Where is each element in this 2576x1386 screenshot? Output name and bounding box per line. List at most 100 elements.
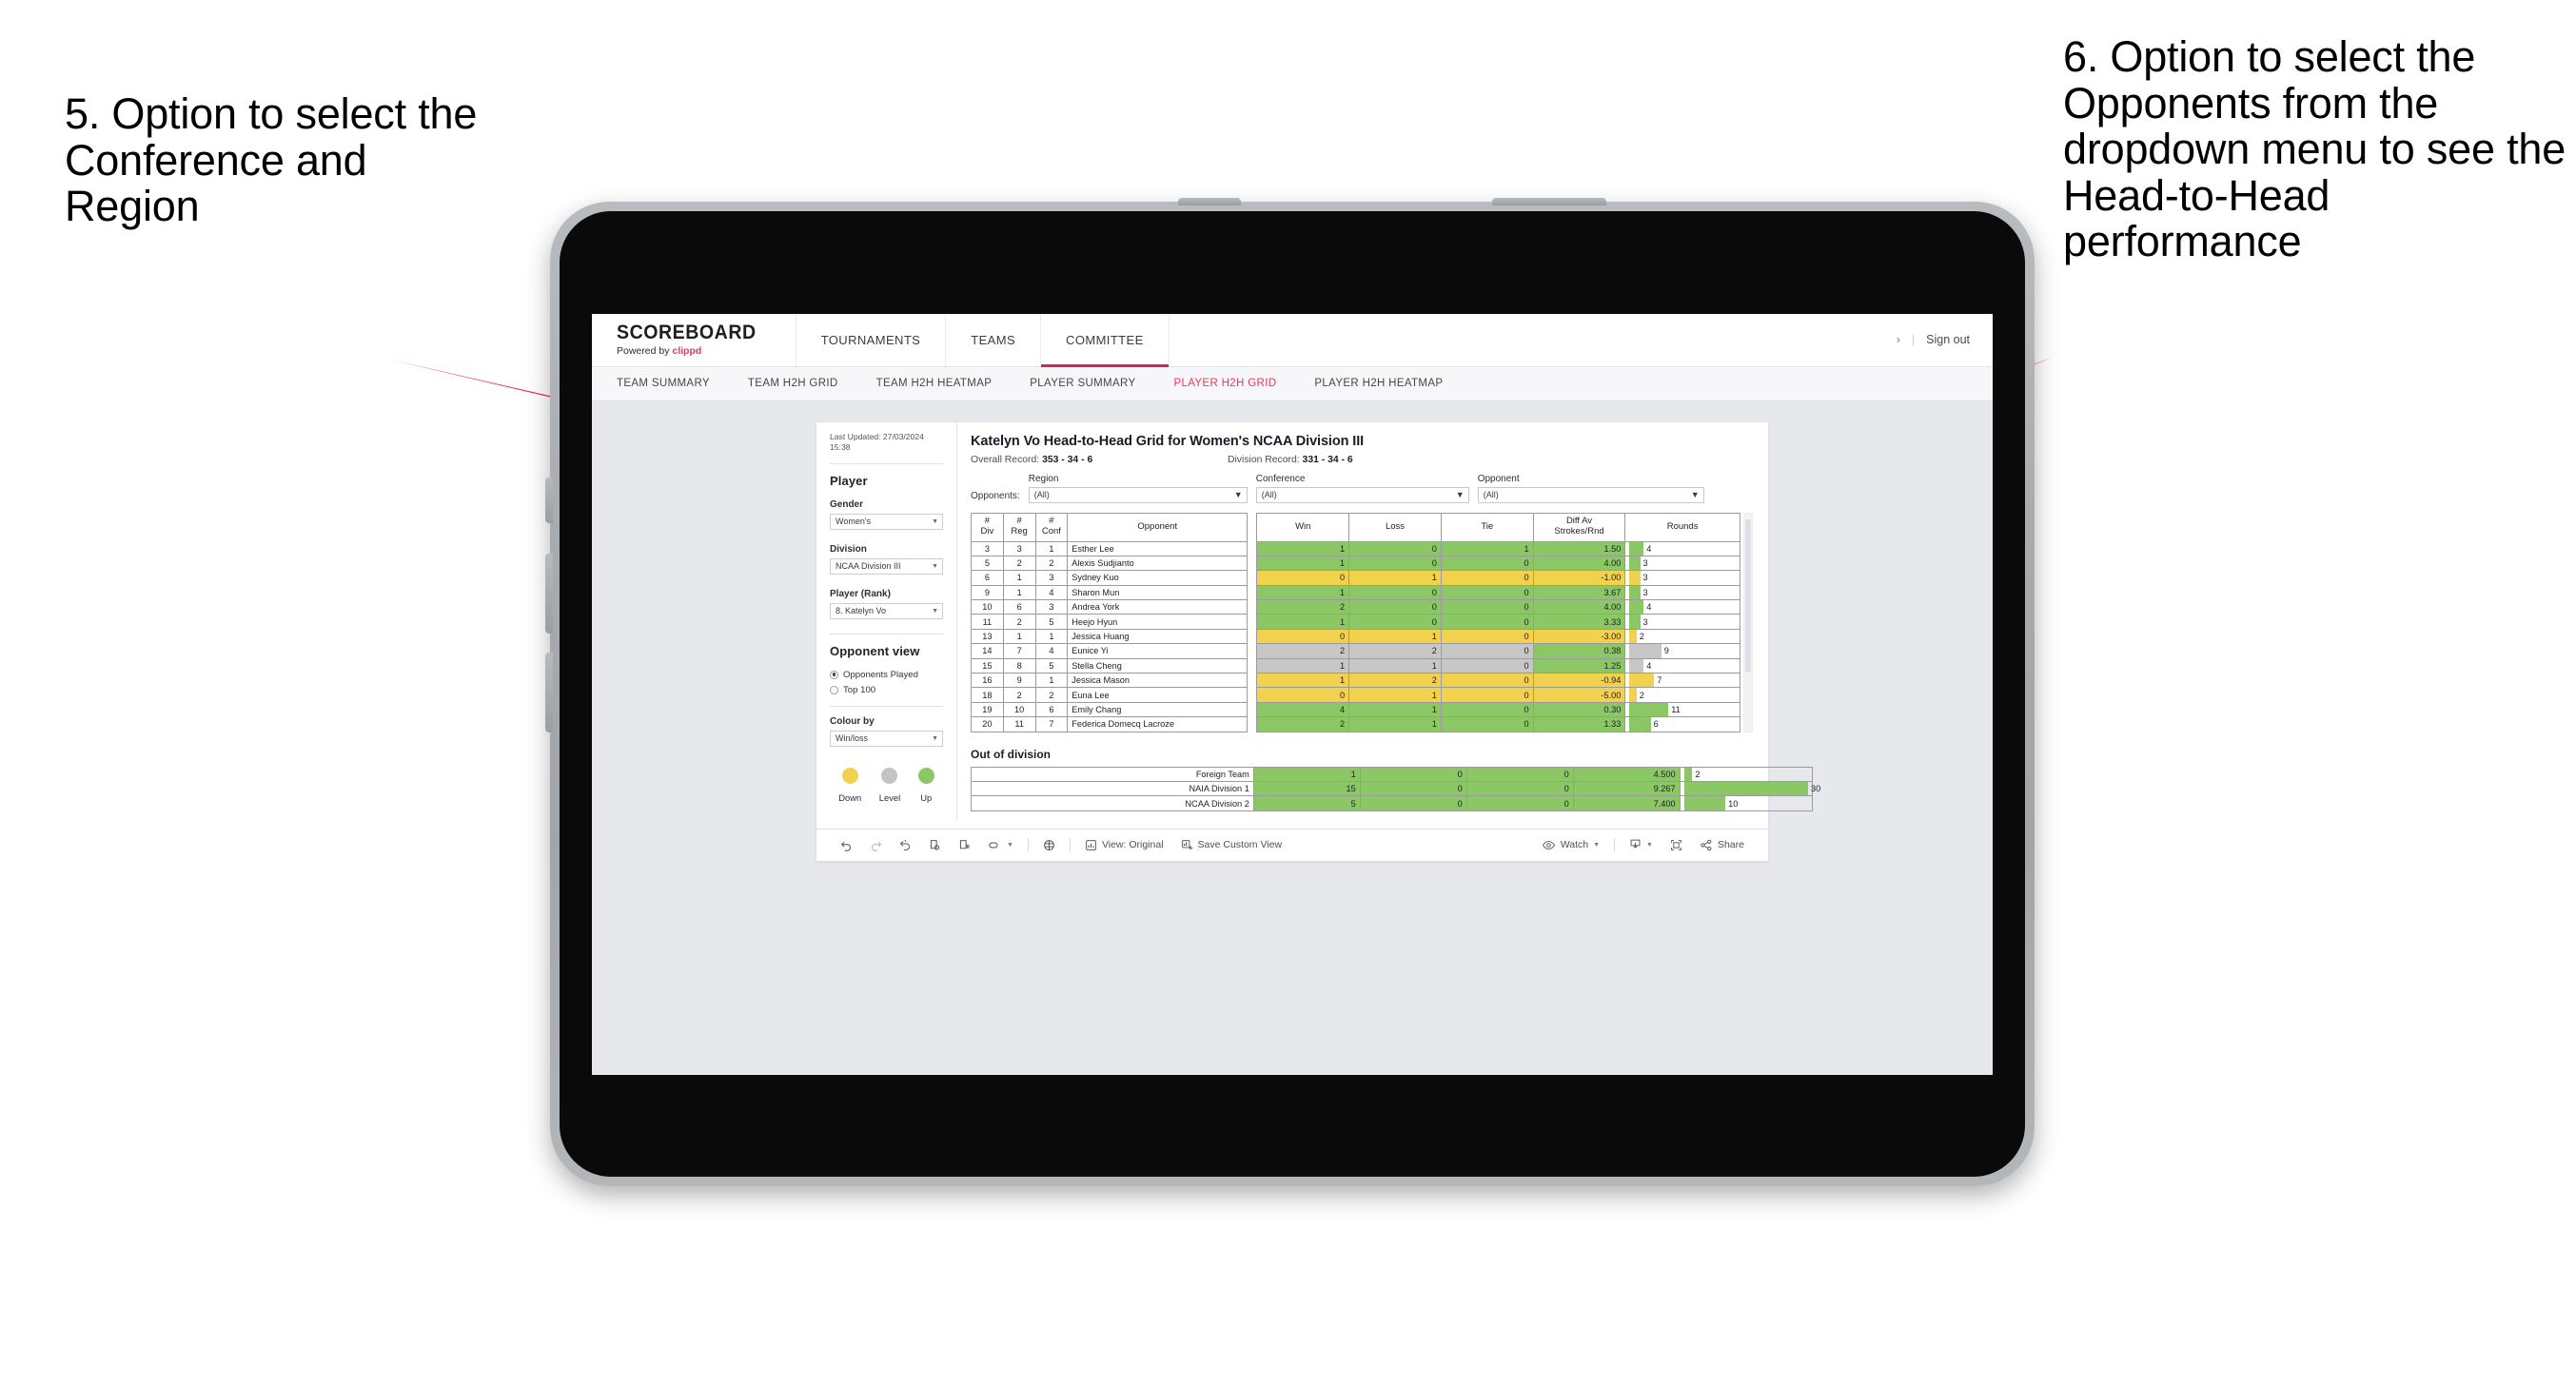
cell-loss: 1 [1348, 657, 1442, 674]
col-header-spacer [1247, 513, 1257, 541]
share-button[interactable]: Share [1691, 839, 1753, 851]
cell-tie: 1 [1440, 540, 1534, 556]
subnav-item-player-h2h-grid[interactable]: PLAYER H2H GRID [1154, 378, 1295, 389]
cell-tie: 0 [1440, 599, 1534, 615]
player-rank-label: Player (Rank) [830, 588, 891, 599]
table-row[interactable]: NAIA Division 1 15 0 0 9.267 30 [971, 780, 1820, 797]
cell-opponent: Sharon Mun [1067, 584, 1249, 601]
table-row[interactable]: 6 1 3 Sydney Kuo 0 1 0 -1.00 3 [971, 570, 1740, 586]
content-canvas: Last Updated: 27/03/2024 15:38 Player Ge… [592, 400, 1993, 1075]
table-row[interactable]: 5 2 2 Alexis Sudjianto 1 0 0 4.00 3 [971, 555, 1740, 572]
revert-button[interactable] [891, 839, 920, 851]
nav-item-teams[interactable]: TEAMS [946, 313, 1042, 366]
chevron-down-icon: ▼ [1690, 490, 1700, 499]
view-original-label: View: Original [1101, 839, 1164, 851]
pause-updates-button[interactable] [950, 839, 979, 851]
save-custom-view-button[interactable]: Save Custom View [1172, 839, 1291, 851]
h2h-grid-head: # Div # Reg # Conf Opponent Win Loss Tie… [971, 512, 1740, 542]
radio-opponents-played[interactable]: Opponents Played [830, 670, 943, 680]
subnav-item-team-h2h-heatmap[interactable]: TEAM H2H HEATMAP [857, 378, 1012, 389]
table-row[interactable]: Foreign Team 1 0 0 4.500 2 [971, 766, 1814, 782]
device-button-left-1 [545, 478, 553, 523]
filter-region-select[interactable]: (All) ▼ [1028, 486, 1248, 503]
h2h-grid-body: 3 3 1 Esther Lee 1 0 1 1.50 4 5 2 2 Alexis Sudjianto… [971, 540, 1740, 732]
chevron-right-icon[interactable]: › [1897, 333, 1900, 346]
col-header-diff: Diff Av Strokes/Rnd [1532, 512, 1626, 542]
table-row[interactable]: 19 10 6 Emily Chang 4 1 0 0.30 11 [971, 701, 1740, 718]
cell-win: 2 [1256, 599, 1350, 615]
watch-button[interactable]: Watch ▼ [1533, 839, 1608, 851]
table-scrollbar[interactable] [1742, 512, 1753, 732]
table-row[interactable]: 10 6 3 Andrea York 2 0 0 4.00 4 [971, 599, 1740, 615]
cell-diff: 0.30 [1532, 701, 1626, 718]
cell-div: 11 [971, 614, 1004, 630]
gender-label: Gender [830, 498, 864, 510]
colour-by-select[interactable]: Win/loss ▼ [830, 730, 943, 747]
cell-div: 16 [971, 673, 1004, 689]
cell-conf: 1 [1034, 628, 1069, 645]
cell-reg: 3 [1002, 540, 1036, 556]
cell-diff: -1.00 [1532, 570, 1626, 586]
cell-tie: 0 [1440, 687, 1534, 703]
cell-reg: 11 [1002, 716, 1036, 732]
cell-spacer [1247, 585, 1257, 600]
table-row[interactable]: 13 1 1 Jessica Huang 0 1 0 -3.00 2 [971, 628, 1740, 645]
table-row[interactable]: 3 3 1 Esther Lee 1 0 1 1.50 4 [971, 540, 1740, 556]
table-row[interactable]: 9 1 4 Sharon Mun 1 0 0 3.67 3 [971, 584, 1740, 601]
filter-region-value: (All) [1033, 490, 1050, 499]
filter-opponent-value: (All) [1483, 490, 1499, 499]
cell-opponent: Stella Cheng [1067, 657, 1249, 674]
table-row[interactable]: 16 9 1 Jessica Mason 1 2 0 -0.94 7 [971, 673, 1740, 689]
nav-item-tournaments[interactable]: TOURNAMENTS [796, 313, 947, 366]
view-original-button[interactable]: View: Original [1076, 839, 1172, 851]
cell-conf: 5 [1034, 657, 1069, 674]
out-of-division-table: Foreign Team 1 0 0 4.500 2 NAIA Division 1 15 0 0… [971, 766, 1820, 811]
refresh-data-button[interactable] [920, 839, 950, 851]
sign-out-link[interactable]: Sign out [1926, 333, 1970, 346]
h2h-grid-wrapper: # Div # Reg # Conf Opponent Win Loss Tie… [971, 512, 1753, 732]
dashboard-body: Last Updated: 27/03/2024 15:38 Player Ge… [816, 421, 1820, 821]
cell-diff: -3.00 [1532, 628, 1626, 645]
undo-button[interactable] [832, 839, 861, 851]
filter-conference-select[interactable]: (All) ▼ [1255, 486, 1469, 503]
cell-spacer [1247, 673, 1257, 688]
division-select[interactable]: NCAA Division III ▼ [830, 557, 943, 575]
table-row[interactable]: 15 8 5 Stella Cheng 1 1 0 1.25 4 [971, 657, 1740, 674]
table-row[interactable]: 14 7 4 Eunice Yi 2 2 0 0.38 9 [971, 643, 1740, 659]
highlight-button[interactable]: ▼ [979, 839, 1022, 851]
subnav-item-player-summary[interactable]: PLAYER SUMMARY [1011, 378, 1154, 389]
colour-by-label: Colour by [830, 715, 875, 727]
table-row[interactable]: 20 11 7 Federica Domecq Lacroze 2 1 0 1.33 6 [971, 716, 1740, 732]
filter-opponent-select[interactable]: (All) ▼ [1477, 486, 1704, 503]
gender-select[interactable]: Women's ▼ [830, 513, 943, 530]
cell-win: 2 [1256, 716, 1350, 732]
cell-loss: 2 [1348, 673, 1442, 689]
table-row[interactable]: 18 2 2 Euna Lee 0 1 0 -5.00 2 [971, 687, 1740, 703]
cell-rounds: 10 [1679, 795, 1814, 811]
table-row[interactable]: NCAA Division 2 5 0 0 7.400 10 [971, 795, 1814, 811]
sidebar-divider-1 [830, 462, 943, 464]
subnav-item-team-h2h-grid[interactable]: TEAM H2H GRID [729, 378, 857, 389]
legend-label-up: Up [920, 791, 933, 803]
nav-item-committee[interactable]: COMMITTEE [1041, 313, 1170, 367]
cell-conf: 2 [1034, 687, 1069, 703]
redo-button[interactable] [861, 839, 891, 851]
chevron-down-icon: ▼ [932, 607, 938, 615]
page-title: Katelyn Vo Head-to-Head Grid for Women's… [971, 433, 1365, 449]
toolbar-divider-1 [1027, 838, 1029, 852]
fullscreen-button[interactable] [1662, 839, 1691, 851]
player-rank-select[interactable]: 8. Katelyn Vo ▼ [830, 602, 943, 619]
subnav-item-team-summary[interactable]: TEAM SUMMARY [617, 378, 729, 389]
cell-div: 18 [971, 687, 1004, 703]
cell-conf: 3 [1034, 570, 1069, 586]
devices-button[interactable] [1034, 839, 1064, 851]
radio-top-100[interactable]: Top 100 [830, 685, 943, 695]
table-scrollbar-thumb[interactable] [1744, 518, 1751, 672]
out-of-division-heading: Out of division [971, 747, 1051, 761]
subnav-item-player-h2h-heatmap[interactable]: PLAYER H2H HEATMAP [1295, 378, 1462, 389]
download-button[interactable]: ▼ [1621, 838, 1662, 851]
radio-top-100-label: Top 100 [843, 684, 876, 695]
cell-spacer [1247, 629, 1257, 644]
table-row[interactable]: 11 2 5 Heejo Hyun 1 0 0 3.33 3 [971, 614, 1740, 630]
cell-group-name: Foreign Team [971, 766, 1254, 782]
